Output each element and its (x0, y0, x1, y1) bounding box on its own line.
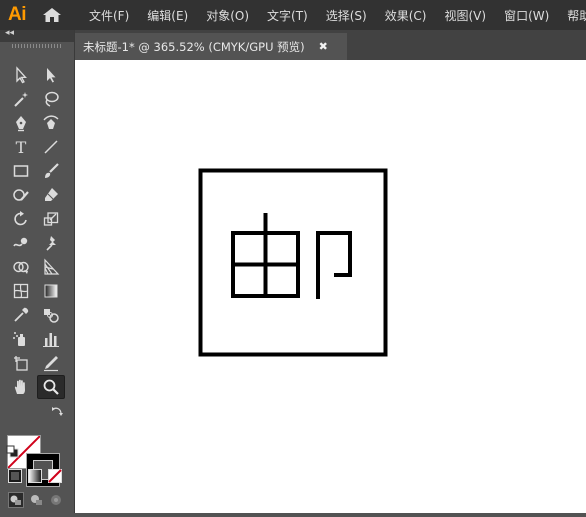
swap-fill-stroke-icon[interactable] (50, 405, 64, 419)
selection-tool-icon[interactable] (8, 64, 34, 86)
warp-tool-icon[interactable] (8, 232, 34, 254)
home-icon[interactable] (42, 7, 62, 23)
shaper-tool-icon[interactable] (8, 184, 34, 206)
puppet-warp-icon[interactable] (38, 232, 64, 254)
tools-panel: ◂◂ T (0, 28, 75, 513)
document-tab[interactable]: 未标题-1* @ 365.52% (CMYK/GPU 预览) ✖ (75, 33, 347, 60)
hand-tool-icon[interactable] (8, 376, 34, 398)
draw-behind-icon[interactable] (28, 492, 44, 508)
menu-object[interactable]: 对象(O) (206, 7, 249, 24)
menu-bar: Ai 文件(F) 编辑(E) 对象(O) 文字(T) 选择(S) 效果(C) 视… (0, 0, 586, 30)
none-mode-icon[interactable] (48, 469, 62, 483)
line-tool-icon[interactable] (38, 136, 64, 158)
panel-grip[interactable] (12, 44, 62, 48)
gradient-tool-icon[interactable] (38, 280, 64, 302)
menu-window[interactable]: 窗口(W) (504, 7, 549, 24)
graph-tool-icon[interactable] (38, 328, 64, 350)
draw-inside-icon[interactable] (48, 492, 64, 508)
rectangle-tool-icon[interactable] (8, 160, 34, 182)
menu-edit[interactable]: 编辑(E) (147, 7, 188, 24)
magic-wand-icon[interactable] (8, 88, 34, 110)
slice-tool-icon[interactable] (38, 352, 64, 374)
menu-select[interactable]: 选择(S) (326, 7, 367, 24)
collapse-panel-icon[interactable]: ◂◂ (5, 28, 14, 38)
you-glyph-shape[interactable] (231, 213, 352, 299)
menu-file[interactable]: 文件(F) (89, 7, 129, 24)
menu-view[interactable]: 视图(V) (444, 7, 486, 24)
zoom-tool-icon[interactable] (37, 375, 65, 399)
type-tool-icon[interactable]: T (8, 136, 34, 158)
color-mode-icon[interactable] (8, 469, 22, 483)
menu-effect[interactable]: 效果(C) (385, 7, 427, 24)
eraser-tool-icon[interactable] (38, 184, 64, 206)
shape-builder-icon[interactable] (8, 256, 34, 278)
direct-selection-tool-icon[interactable] (38, 64, 64, 86)
tools-panel-header: ◂◂ (0, 28, 74, 42)
default-fill-stroke-icon[interactable] (6, 445, 20, 459)
artboard-canvas[interactable] (75, 60, 586, 513)
perspective-grid-icon[interactable] (38, 256, 64, 278)
gradient-mode-icon[interactable] (28, 469, 42, 483)
curvature-tool-icon[interactable] (38, 112, 64, 134)
artwork (198, 168, 388, 357)
menu-help[interactable]: 帮助(H) (567, 7, 586, 24)
mesh-tool-icon[interactable] (8, 280, 34, 302)
pen-tool-icon[interactable] (8, 112, 34, 134)
draw-normal-icon[interactable] (8, 492, 24, 508)
artboard-tool-icon[interactable] (8, 352, 34, 374)
symbol-sprayer-icon[interactable] (8, 328, 34, 350)
scale-tool-icon[interactable] (38, 208, 64, 230)
lasso-icon[interactable] (38, 88, 64, 110)
eyedropper-icon[interactable] (8, 304, 34, 326)
document-tab-label: 未标题-1* @ 365.52% (CMYK/GPU 预览) (83, 39, 305, 54)
blend-tool-icon[interactable] (38, 304, 64, 326)
document-tab-bar: 未标题-1* @ 365.52% (CMYK/GPU 预览) ✖ (75, 30, 586, 60)
rotate-tool-icon[interactable] (8, 208, 34, 230)
menu-items: 文件(F) 编辑(E) 对象(O) 文字(T) 选择(S) 效果(C) 视图(V… (80, 0, 586, 30)
menu-type[interactable]: 文字(T) (267, 7, 308, 24)
close-tab-icon[interactable]: ✖ (319, 40, 328, 53)
paintbrush-tool-icon[interactable] (38, 160, 64, 182)
app-logo: Ai (8, 4, 27, 25)
